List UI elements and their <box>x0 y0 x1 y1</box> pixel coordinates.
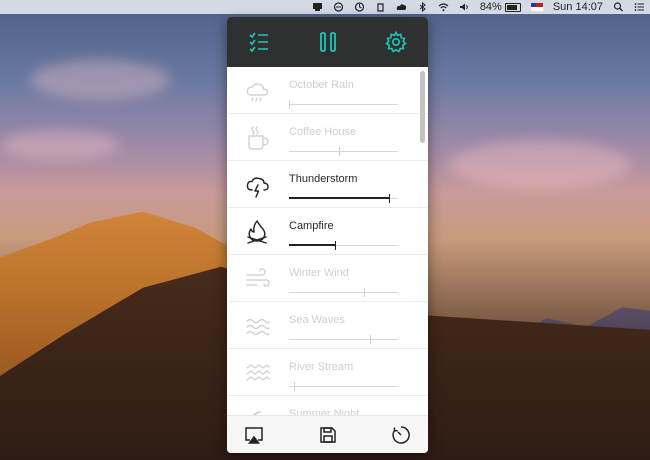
timer-icon[interactable] <box>390 424 412 446</box>
volume-slider-knob[interactable] <box>389 194 390 203</box>
sound-row-river-stream[interactable]: River Stream <box>227 349 428 396</box>
sound-row-october-rain[interactable]: October Rain <box>227 67 428 114</box>
volume-slider-track <box>289 339 398 340</box>
volume-slider-track <box>289 386 398 387</box>
pause-icon[interactable] <box>316 30 340 54</box>
volume-slider-track <box>289 292 398 293</box>
wifi-icon[interactable] <box>438 0 449 14</box>
menu-bar: 84% Sun 14:07 <box>0 0 650 14</box>
sound-name: Thunderstorm <box>289 173 358 185</box>
volume-slider[interactable] <box>289 335 398 345</box>
thunder-cloud-icon[interactable] <box>244 171 272 199</box>
sound-name: Coffee House <box>289 126 357 138</box>
sound-name: Campfire <box>289 220 334 232</box>
sound-row-sea-waves[interactable]: Sea Waves <box>227 302 428 349</box>
volume-slider[interactable] <box>289 382 398 392</box>
volume-icon[interactable] <box>459 0 470 14</box>
paperclip-icon[interactable] <box>375 0 386 14</box>
volume-slider-knob[interactable] <box>364 288 365 297</box>
volume-slider[interactable] <box>289 147 398 157</box>
volume-slider[interactable] <box>289 100 398 110</box>
sound-list-scrollbar[interactable] <box>420 71 425 143</box>
volume-slider-track <box>289 104 398 105</box>
sound-list: October Rain Coffee House Thunderstorm Camp… <box>227 67 428 415</box>
sound-row-summer-night[interactable]: Summer Night <box>227 396 428 415</box>
airplay-icon[interactable] <box>243 424 265 446</box>
popover-bottom-bar <box>227 415 428 453</box>
save-icon[interactable] <box>317 424 339 446</box>
checklist-icon[interactable] <box>247 30 271 54</box>
volume-slider-fill <box>289 197 389 199</box>
cloud-icon[interactable] <box>396 0 407 14</box>
noizio-popover: October Rain Coffee House Thunderstorm Camp… <box>227 17 428 453</box>
moon-icon[interactable] <box>244 406 272 415</box>
tool-icon[interactable] <box>333 0 344 14</box>
battery-percent: 84% <box>479 1 502 13</box>
app-icon[interactable] <box>312 0 323 14</box>
fire-icon[interactable] <box>244 218 272 246</box>
menubar-clock[interactable]: Sun 14:07 <box>553 0 603 14</box>
volume-slider-fill <box>289 244 335 246</box>
volume-slider-track <box>289 151 398 152</box>
bluetooth-icon[interactable] <box>417 0 428 14</box>
sound-name: October Rain <box>289 79 354 91</box>
sound-name: Summer Night <box>289 408 360 415</box>
coffee-cup-icon[interactable] <box>244 124 272 152</box>
sound-name: Sea Waves <box>289 314 345 326</box>
wind-icon[interactable] <box>244 265 272 293</box>
waves-icon[interactable] <box>244 312 272 340</box>
us-flag-icon[interactable] <box>530 0 543 14</box>
volume-slider-knob[interactable] <box>335 241 336 250</box>
volume-slider[interactable] <box>289 194 398 204</box>
volume-slider-knob[interactable] <box>370 335 371 344</box>
wallpaper-cloud <box>0 130 120 160</box>
search-icon[interactable] <box>613 0 624 14</box>
wallpaper-cloud <box>450 140 630 190</box>
sound-row-winter-wind[interactable]: Winter Wind <box>227 255 428 302</box>
battery-level-fill <box>506 4 517 10</box>
sound-row-thunderstorm[interactable]: Thunderstorm <box>227 161 428 208</box>
sound-row-coffee-house[interactable]: Coffee House <box>227 114 428 161</box>
volume-slider-knob[interactable] <box>294 382 295 391</box>
volume-slider-knob[interactable] <box>339 147 340 156</box>
volume-slider-knob[interactable] <box>289 100 290 109</box>
notification-list-icon[interactable] <box>634 0 645 14</box>
volume-slider[interactable] <box>289 288 398 298</box>
battery-indicator[interactable]: 84% <box>480 0 521 14</box>
sync-icon[interactable] <box>354 0 365 14</box>
wallpaper-cloud <box>30 60 170 100</box>
popover-toolbar <box>227 17 428 67</box>
volume-slider[interactable] <box>289 241 398 251</box>
battery-icon <box>504 2 521 12</box>
sound-name: Winter Wind <box>289 267 349 279</box>
sound-name: River Stream <box>289 361 354 373</box>
gear-icon[interactable] <box>384 30 408 54</box>
rain-cloud-icon[interactable] <box>244 77 272 105</box>
sound-row-campfire[interactable]: Campfire <box>227 208 428 255</box>
stream-icon[interactable] <box>244 359 272 387</box>
